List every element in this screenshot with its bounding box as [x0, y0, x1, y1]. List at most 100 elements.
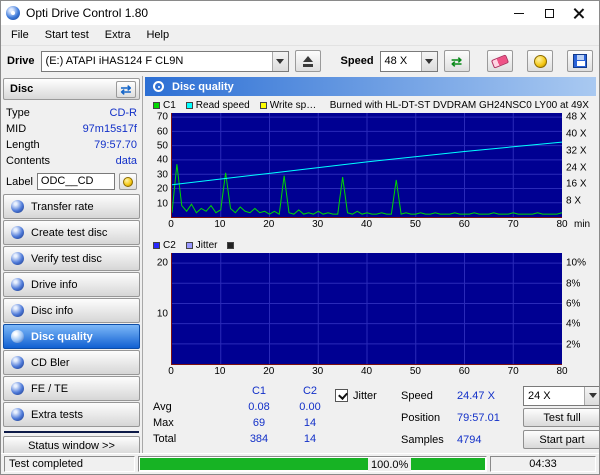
sidebar-item-cd-bler[interactable]: CD Bler	[3, 350, 140, 375]
error-stats-table: C1 C2 Avg 0.08 0.00 Max 69 14 Total 384 …	[153, 385, 335, 449]
sidebar-item-label: Disc info	[31, 304, 74, 317]
legend-item: C1	[153, 100, 176, 111]
chart-legend-items: C2 Jitter	[153, 240, 237, 251]
info-row-length: Length 79:57.70	[6, 137, 137, 153]
scan-speed-value: 24.47 X	[457, 389, 495, 402]
drive-combo-arrow[interactable]	[271, 51, 288, 71]
legend-swatch-icon	[153, 242, 160, 249]
position-value: 79:57.01	[457, 411, 500, 424]
speed-combo-value: 48 X	[384, 55, 408, 67]
legend-label: Write speed	[269, 100, 318, 111]
avg-c2: 0.00	[299, 401, 321, 413]
maximize-icon	[544, 8, 554, 18]
sphere-icon	[11, 200, 24, 213]
c1-chart: C1 Read speed Write speed Burned with HL-D…	[145, 98, 596, 232]
samples-label: Samples	[401, 433, 444, 446]
sidebar-item-disc-quality[interactable]: Disc quality	[3, 324, 140, 349]
save-floppy-icon	[573, 54, 587, 68]
legend-swatch-icon	[227, 242, 235, 249]
legend-swatch-icon	[185, 102, 193, 109]
options-button[interactable]	[527, 50, 553, 72]
chevron-down-icon	[588, 393, 597, 398]
drive-combo[interactable]: (E:) ATAPI iHAS124 F CL9N	[40, 50, 289, 72]
sidebar-item-label: FE / TE	[31, 382, 69, 395]
info-value: 79:57.70	[94, 139, 137, 151]
total-c1: 384	[249, 433, 269, 445]
jitter-left-axis: 20 10	[156, 257, 168, 320]
close-button[interactable]	[564, 3, 594, 23]
maximize-button[interactable]	[534, 3, 564, 23]
refresh-speeds-button[interactable]: ⇄	[443, 50, 470, 72]
info-value: CD-R	[109, 107, 138, 119]
avg-c1: 0.08	[248, 401, 270, 413]
close-icon	[574, 8, 584, 18]
legend-item: Write speed	[259, 100, 318, 111]
start-part-button[interactable]: Start part	[523, 430, 599, 449]
status-text-panel: Test completed	[4, 456, 135, 472]
info-label: MID	[6, 123, 27, 135]
menu-file[interactable]: File	[3, 27, 37, 43]
disc-info: Type CD-R MID 97m15s17f Length 79:57.70 …	[3, 100, 140, 171]
sidebar: Disc ⇄ Type CD-R MID 97m15s17f Length 79…	[1, 76, 143, 456]
sidebar-item-disc-info[interactable]: Disc info	[3, 298, 140, 323]
info-value: 97m15s17f	[82, 123, 137, 135]
sidebar-item-extra-tests[interactable]: Extra tests	[3, 402, 140, 427]
scan-speed-combo[interactable]: 24 X	[523, 385, 599, 406]
sidebar-item-label: Drive info	[31, 278, 78, 291]
label-row: Label ODC__CD	[3, 171, 140, 194]
erase-disc-button[interactable]	[487, 50, 513, 72]
toolbar: Drive (E:) ATAPI iHAS124 F CL9N Speed 48…	[1, 46, 599, 76]
legend-swatch-icon	[259, 102, 267, 109]
label-edit-button[interactable]	[119, 173, 137, 190]
sidebar-item-fe-te[interactable]: FE / TE	[3, 376, 140, 401]
eject-button[interactable]	[294, 50, 321, 72]
column-header-c2: C2	[302, 385, 318, 397]
info-value: data	[115, 155, 137, 167]
page-title: Disc quality	[172, 80, 234, 93]
sphere-icon	[11, 278, 24, 291]
row-label-total: Total	[153, 433, 177, 445]
sphere-icon	[11, 382, 24, 395]
app-window: Opti Drive Control 1.80 File Start test …	[0, 0, 600, 475]
jitter-toggle[interactable]: Jitter	[335, 389, 395, 402]
jitter-chart: C2 Jitter 20 10 10% 8% 6% 4% 2% 0 10 20 30 40 50 60 7…	[145, 238, 596, 379]
scan-speed-combo-arrow[interactable]	[584, 386, 599, 405]
sidebar-item-label: Verify test disc	[31, 252, 102, 265]
elapsed-time-panel: 04:33	[490, 456, 596, 472]
chart-legend: C1 Read speed Write speed Burned with HL-D…	[145, 98, 596, 113]
refresh-disc-button[interactable]: ⇄	[116, 80, 136, 98]
scan-speed-combo-value: 24 X	[528, 389, 551, 402]
menu-start-test[interactable]: Start test	[37, 27, 97, 43]
content: Disc ⇄ Type CD-R MID 97m15s17f Length 79…	[1, 76, 599, 456]
jitter-checkbox[interactable]	[335, 389, 348, 402]
test-full-button[interactable]: Test full	[523, 408, 599, 427]
legend-label: C1	[163, 100, 176, 111]
c1-right-axis: 48 X 40 X 32 X 24 X 16 X8 X	[566, 111, 587, 207]
sidebar-item-create-test-disc[interactable]: Create test disc	[3, 220, 140, 245]
label-input[interactable]: ODC__CD	[36, 173, 115, 190]
menu-help[interactable]: Help	[138, 27, 177, 43]
sidebar-item-transfer-rate[interactable]: Transfer rate	[3, 194, 140, 219]
sphere-icon	[11, 252, 24, 265]
sidebar-item-drive-info[interactable]: Drive info	[3, 272, 140, 297]
sidebar-item-verify-test-disc[interactable]: Verify test disc	[3, 246, 140, 271]
refresh-arrows-icon: ⇄	[120, 81, 132, 97]
menu-extra[interactable]: Extra	[97, 27, 139, 43]
chart-legend-items: C1 Read speed Write speed	[153, 100, 318, 111]
legend-item: Read speed	[185, 100, 250, 111]
scan-controls: Jitter Speed 24.47 X 24 X Position 79:57…	[335, 385, 599, 449]
row-label-max: Max	[153, 417, 174, 429]
max-c1: 69	[252, 417, 266, 429]
label-icon	[123, 176, 133, 187]
speed-combo[interactable]: 48 X	[379, 50, 438, 72]
minimize-button[interactable]	[504, 3, 534, 23]
label-caption: Label	[6, 175, 33, 188]
refresh-arrows-icon: ⇄	[451, 53, 462, 69]
c1-x-axis: 0 10 20 30 40 50 60 70 80 min	[168, 219, 591, 230]
info-row-type: Type CD-R	[6, 105, 137, 121]
speed-combo-arrow[interactable]	[420, 51, 437, 71]
column-header-c1: C1	[251, 385, 267, 397]
save-button[interactable]	[567, 50, 593, 72]
statusbar: Test completed 100.0% 04:33	[1, 453, 599, 474]
scan-speed-label: Speed	[401, 389, 433, 402]
